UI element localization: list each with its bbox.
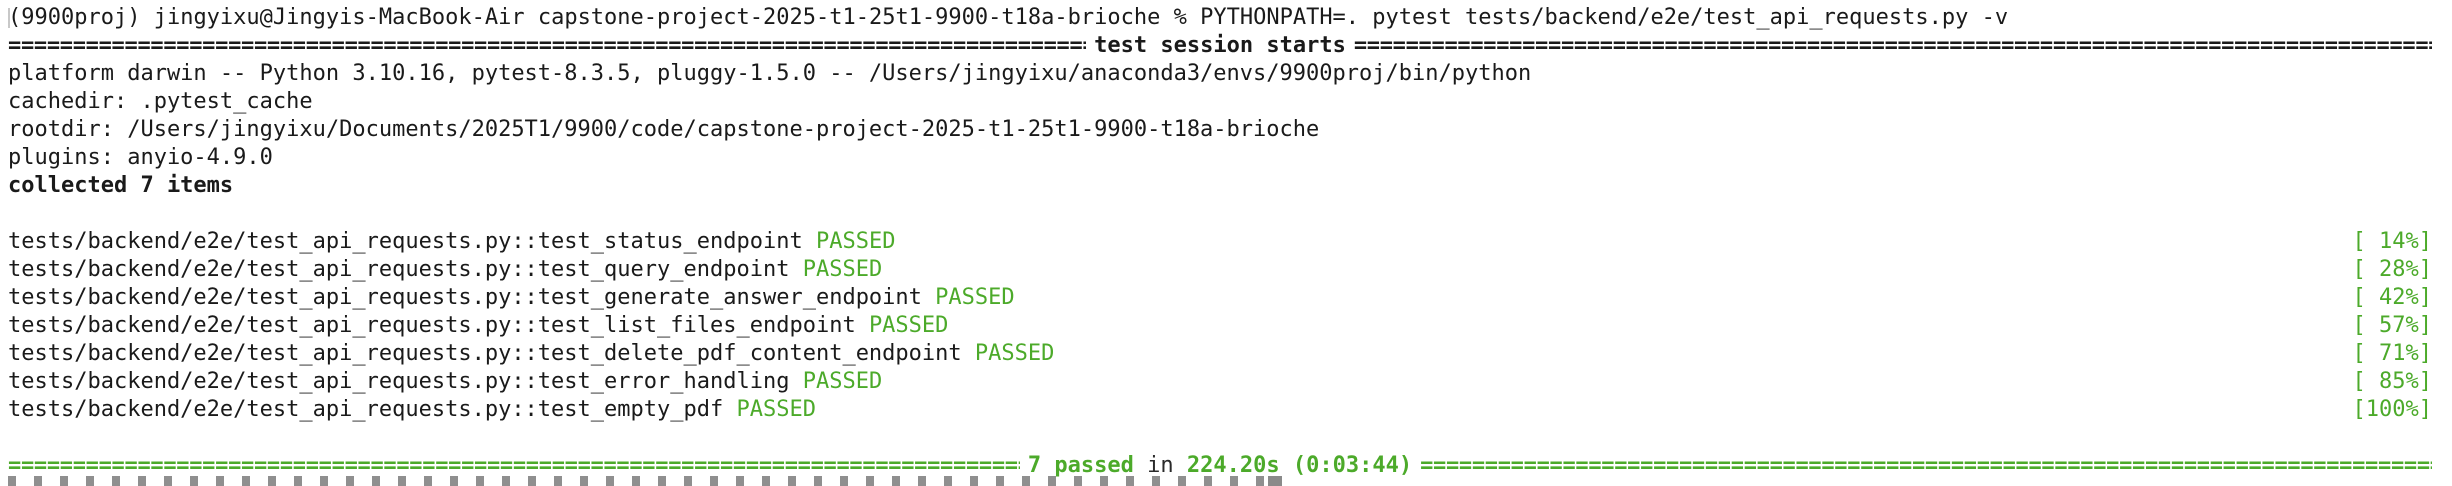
test-status: PASSED bbox=[974, 341, 1055, 366]
cachedir-line: cachedir: .pytest_cache bbox=[8, 89, 313, 114]
rootdir-line: rootdir: /Users/jingyixu/Documents/2025T… bbox=[8, 117, 1320, 142]
test-name: tests/backend/e2e/test_api_requests.py::… bbox=[8, 397, 724, 422]
prompt-env: (9900proj) bbox=[8, 5, 141, 30]
prompt-cwd: capstone-project-2025-t1-25t1-9900-t18a-… bbox=[537, 5, 1161, 30]
test-result-row: tests/backend/e2e/test_api_requests.py::… bbox=[8, 228, 2432, 256]
test-name: tests/backend/e2e/test_api_requests.py::… bbox=[8, 257, 790, 282]
rule-right: ========================================… bbox=[1420, 453, 2432, 478]
next-prompt-clipped bbox=[8, 476, 1268, 486]
rule-right: ========================================… bbox=[1353, 33, 2432, 58]
command-prompt-line: (9900proj) jingyixu@Jingyis-MacBook-Air … bbox=[8, 4, 2432, 32]
summary-in: in bbox=[1147, 453, 1174, 478]
prompt-symbol: % bbox=[1173, 5, 1187, 30]
test-result-row: tests/backend/e2e/test_api_requests.py::… bbox=[8, 256, 2432, 284]
test-name: tests/backend/e2e/test_api_requests.py::… bbox=[8, 369, 790, 394]
test-result-row: tests/backend/e2e/test_api_requests.py::… bbox=[8, 340, 2432, 368]
terminal-window[interactable]: (9900proj) jingyixu@Jingyis-MacBook-Air … bbox=[0, 0, 2452, 486]
test-name: tests/backend/e2e/test_api_requests.py::… bbox=[8, 229, 803, 254]
platform-line: platform darwin -- Python 3.10.16, pytes… bbox=[8, 61, 1532, 86]
test-name: tests/backend/e2e/test_api_requests.py::… bbox=[8, 341, 962, 366]
prompt-command: PYTHONPATH=. pytest tests/backend/e2e/te… bbox=[1200, 5, 2009, 30]
test-result-row: tests/backend/e2e/test_api_requests.py::… bbox=[8, 284, 2432, 312]
plugins-line: plugins: anyio-4.9.0 bbox=[8, 145, 273, 170]
test-progress: [ 71%] bbox=[2352, 341, 2432, 366]
text-cursor[interactable] bbox=[1268, 476, 1282, 486]
summary-duration: 224.20s (0:03:44) bbox=[1186, 453, 1413, 478]
test-status: PASSED bbox=[802, 369, 883, 394]
test-name: tests/backend/e2e/test_api_requests.py::… bbox=[8, 313, 856, 338]
test-result-row: tests/backend/e2e/test_api_requests.py::… bbox=[8, 368, 2432, 396]
test-progress: [ 85%] bbox=[2352, 369, 2432, 394]
test-status: PASSED bbox=[736, 397, 816, 422]
summary-passed: 7 passed bbox=[1027, 453, 1134, 478]
test-progress: [ 57%] bbox=[2352, 313, 2432, 338]
prompt-user-host: jingyixu@Jingyis-MacBook-Air bbox=[153, 5, 525, 30]
test-status: PASSED bbox=[802, 257, 883, 282]
mark-bracket-icon bbox=[8, 8, 14, 28]
rule-left: ========================================… bbox=[8, 33, 1086, 58]
test-progress: [ 28%] bbox=[2352, 257, 2432, 282]
test-status: PASSED bbox=[935, 285, 1015, 310]
collected-line: collected 7 items bbox=[8, 173, 234, 198]
test-progress: [ 14%] bbox=[2352, 229, 2432, 254]
session-header-rule: ========================================… bbox=[8, 32, 2432, 60]
test-status: PASSED bbox=[868, 313, 949, 338]
test-result-row: tests/backend/e2e/test_api_requests.py::… bbox=[8, 396, 2432, 424]
session-header-title: test session starts bbox=[1094, 33, 1346, 58]
test-name: tests/backend/e2e/test_api_requests.py::… bbox=[8, 285, 922, 310]
test-status: PASSED bbox=[815, 229, 896, 254]
test-progress: [ 42%] bbox=[2352, 285, 2432, 310]
test-progress: [100%] bbox=[2352, 397, 2432, 422]
test-result-row: tests/backend/e2e/test_api_requests.py::… bbox=[8, 312, 2432, 340]
